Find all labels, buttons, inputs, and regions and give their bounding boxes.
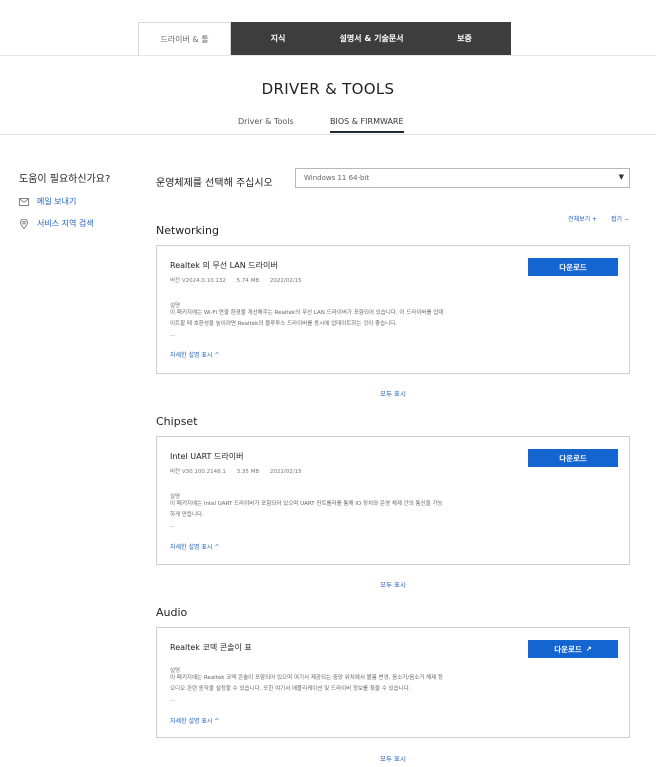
description-line: 이 패키지에는 Intel UART 드라이버가 포함되어 있으며 UART 컨… bbox=[170, 501, 443, 507]
driver-date: 2022/02/15 bbox=[269, 278, 302, 284]
expand-collapse-controls: 전체보기 + 접기 − bbox=[556, 214, 629, 223]
description-line: 이 패키지에는 Realtek 코덱 콘솔이 포함되어 있으며 여기서 제공되는… bbox=[170, 675, 444, 681]
location-pin-icon bbox=[20, 218, 28, 229]
collapse-all-link[interactable]: 접기 − bbox=[611, 216, 629, 223]
driver-meta: 버전 V2024.0.10.132 5.74 MB 2022/02/15 bbox=[170, 276, 311, 284]
driver-description: 이 패키지에는 Intel UART 드라이버가 포함되어 있으며 UART 컨… bbox=[170, 499, 530, 532]
download-button[interactable]: 다운로드 bbox=[528, 449, 618, 467]
show-all-link[interactable]: 모두 표시 bbox=[156, 753, 630, 763]
subtab-driver-tools[interactable]: Driver & Tools bbox=[238, 117, 294, 126]
expand-all-link[interactable]: 전체보기 + bbox=[568, 216, 597, 223]
help-sidebar: 도움이 필요하신가요? 메일 보내기 서비스 지역 검색 bbox=[19, 170, 110, 229]
show-details-link[interactable]: 자세한 설명 표시 ^ bbox=[170, 350, 219, 359]
download-button-label: 다운로드 bbox=[554, 644, 582, 654]
help-title: 도움이 필요하신가요? bbox=[19, 174, 111, 185]
description-ellipsis: ... bbox=[170, 332, 176, 338]
top-tab-bar: 드라이버 & 툴 지식 설명서 & 기술문서 보증 bbox=[138, 22, 511, 55]
sub-tab-bar: Driver & Tools BIOS & FIRMWARE bbox=[0, 113, 656, 135]
section-title-networking: Networking bbox=[156, 224, 219, 237]
download-button[interactable]: 다운로드 ↗ bbox=[528, 640, 618, 658]
service-area-link[interactable]: 서비스 지역 검색 bbox=[19, 218, 110, 229]
os-select-label: 운영체제를 선택해 주십시오 bbox=[156, 178, 273, 189]
driver-version: 버전 V2024.0.10.132 bbox=[170, 278, 226, 284]
section-title-chipset: Chipset bbox=[156, 415, 198, 428]
divider bbox=[0, 55, 656, 56]
tab-knowledge[interactable]: 지식 bbox=[231, 22, 325, 55]
show-all-link[interactable]: 모두 표시 bbox=[156, 388, 630, 398]
description-ellipsis: ... bbox=[170, 523, 176, 529]
service-area-link-label: 서비스 지역 검색 bbox=[37, 219, 94, 228]
description-ellipsis: ... bbox=[170, 697, 176, 703]
driver-name: Intel UART 드라이버 bbox=[170, 452, 244, 461]
section-title-audio: Audio bbox=[156, 606, 188, 619]
page-title: DRIVER & TOOLS bbox=[261, 80, 395, 98]
download-button-label: 다운로드 bbox=[559, 262, 587, 272]
description-line: 이 패키지에는 Wi-Fi 연결 환경을 개선해주는 Realtek의 무선 L… bbox=[170, 310, 444, 316]
driver-meta: 버전 V30.100.2148.1 3.35 MB 2022/02/15 bbox=[170, 467, 311, 475]
external-link-icon: ↗ bbox=[585, 646, 592, 653]
driver-card: Realtek 코덱 콘솔이 표 설명 이 패키지에는 Realtek 코덱 콘… bbox=[156, 627, 630, 738]
driver-description: 이 패키지에는 Wi-Fi 연결 환경을 개선해주는 Realtek의 무선 L… bbox=[170, 308, 530, 341]
driver-date: 2022/02/15 bbox=[269, 469, 302, 475]
mail-icon bbox=[19, 197, 29, 206]
email-link-label: 메일 보내기 bbox=[37, 197, 77, 206]
os-select-value: Windows 11 64-bit bbox=[304, 174, 370, 182]
download-button-label: 다운로드 bbox=[559, 453, 587, 463]
description-line: 하게 만듭니다. bbox=[170, 512, 204, 518]
driver-version: 버전 V30.100.2148.1 bbox=[170, 469, 226, 475]
tab-warranty[interactable]: 보증 bbox=[418, 22, 511, 55]
show-details-link[interactable]: 자세한 설명 표시 ^ bbox=[170, 542, 219, 551]
description-line: 이트할 때 호환성을 높이려면 Realtek의 블루투스 드라이버를 동시에 … bbox=[170, 321, 398, 327]
divider bbox=[0, 134, 656, 135]
caret-down-icon: ▼ bbox=[618, 173, 624, 181]
show-all-link[interactable]: 모두 표시 bbox=[156, 579, 630, 589]
show-details-link[interactable]: 자세한 설명 표시 ^ bbox=[170, 716, 219, 725]
tab-manuals[interactable]: 설명서 & 기술문서 bbox=[325, 22, 418, 55]
driver-description: 이 패키지에는 Realtek 코덱 콘솔이 포함되어 있으며 여기서 제공되는… bbox=[170, 673, 530, 706]
email-link[interactable]: 메일 보내기 bbox=[19, 196, 110, 207]
driver-size: 3.35 MB bbox=[236, 469, 260, 475]
driver-card: Realtek 의 무선 LAN 드라이버 버전 V2024.0.10.132 … bbox=[156, 245, 630, 374]
subtab-bios-firmware[interactable]: BIOS & FIRMWARE bbox=[330, 117, 404, 133]
tab-drivers-tools[interactable]: 드라이버 & 툴 bbox=[138, 22, 231, 55]
driver-name: Realtek 코덱 콘솔이 표 bbox=[170, 643, 252, 652]
download-button[interactable]: 다운로드 bbox=[528, 258, 618, 276]
driver-name: Realtek 의 무선 LAN 드라이버 bbox=[170, 261, 278, 270]
description-line: 오디오 관련 동작을 설정할 수 있습니다. 또한 여기서 애플리케이션 및 드… bbox=[170, 686, 411, 692]
driver-size: 5.74 MB bbox=[236, 278, 260, 284]
driver-card: Intel UART 드라이버 버전 V30.100.2148.1 3.35 M… bbox=[156, 436, 630, 565]
os-select[interactable]: Windows 11 64-bit ▼ bbox=[295, 168, 630, 188]
